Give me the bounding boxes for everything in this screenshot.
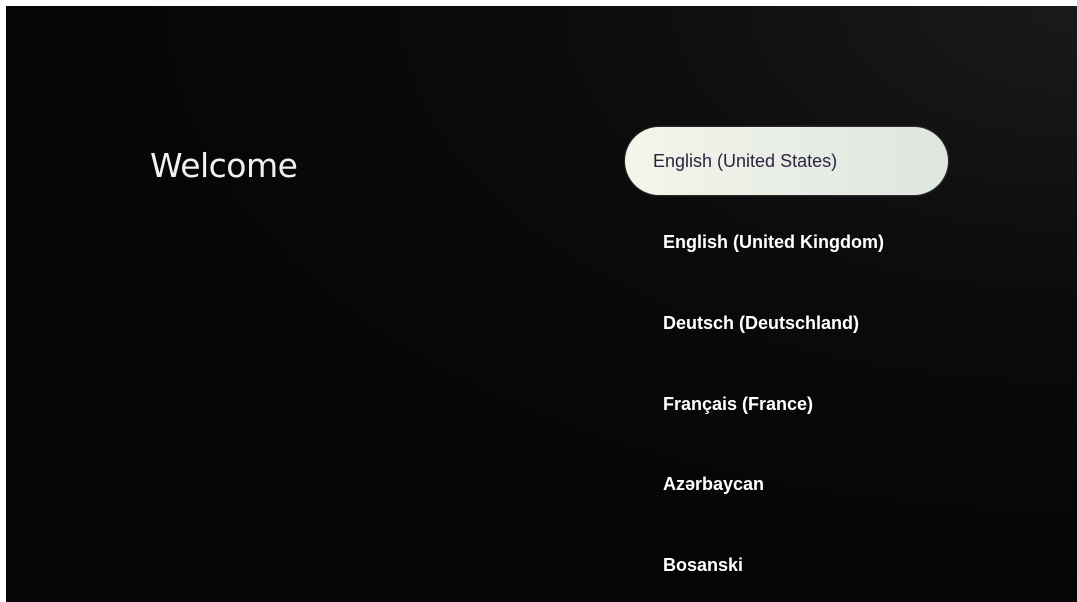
language-list: English (United States) English (United … xyxy=(6,6,1077,602)
language-option-selected[interactable]: English (United States) xyxy=(625,127,948,195)
setup-screen: Welcome English (United States) English … xyxy=(6,6,1077,602)
language-option[interactable]: Français (France) xyxy=(663,394,813,415)
language-option-label: Français (France) xyxy=(663,394,814,414)
language-option-label: English (United Kingdom) xyxy=(663,232,884,252)
language-option-label: Azərbaycan xyxy=(663,474,765,494)
language-option-label: Bosanski xyxy=(663,555,744,575)
language-option-label: English (United States) xyxy=(653,150,838,171)
language-option[interactable]: Deutsch (Deutschland) xyxy=(663,313,859,334)
language-option-label: Deutsch (Deutschland) xyxy=(663,313,860,333)
language-option[interactable]: Bosanski xyxy=(663,555,743,576)
language-option[interactable]: English (United Kingdom) xyxy=(663,232,884,253)
language-option[interactable]: Azərbaycan xyxy=(663,474,764,495)
